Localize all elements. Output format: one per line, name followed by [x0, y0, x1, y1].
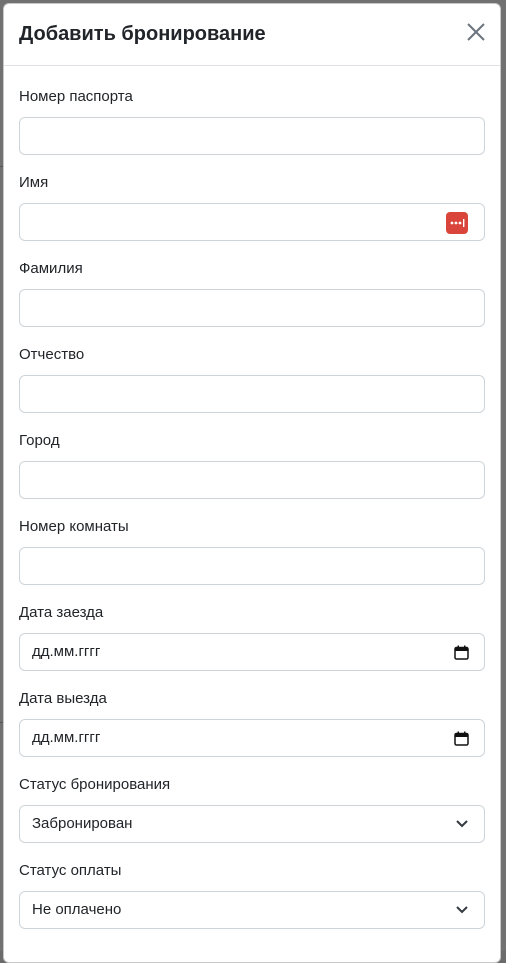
first-name-label: Имя [19, 174, 49, 191]
last-name-label: Фамилия [19, 260, 83, 277]
check-in-label: Дата заезда [19, 604, 104, 621]
add-booking-modal: Добавить бронирование Номер паспорта Имя [3, 3, 501, 963]
patronymic-label: Отчество [19, 346, 85, 363]
booking-status-select[interactable]: Забронирован [19, 805, 485, 843]
city-input[interactable] [19, 461, 485, 499]
passport-input[interactable] [19, 117, 485, 155]
city-label: Город [19, 432, 60, 449]
patronymic-input[interactable] [19, 375, 485, 413]
chevron-down-icon [456, 820, 468, 828]
check-in-field-group: Дата заезда дд.мм.гггг [19, 604, 485, 671]
first-name-field-group: Имя [19, 174, 485, 241]
last-name-field-group: Фамилия [19, 260, 485, 327]
city-field-group: Город [19, 432, 485, 499]
patronymic-field-group: Отчество [19, 346, 485, 413]
calendar-icon[interactable] [454, 645, 469, 660]
check-in-date-input[interactable]: дд.мм.гггг [19, 633, 485, 671]
close-button[interactable] [466, 22, 486, 42]
password-manager-icon[interactable] [446, 212, 468, 234]
passport-label: Номер паспорта [19, 88, 133, 105]
booking-status-label: Статус бронирования [19, 776, 171, 793]
check-out-label: Дата выезда [19, 690, 107, 707]
last-name-input[interactable] [19, 289, 485, 327]
passport-field-group: Номер паспорта [19, 88, 485, 155]
close-icon [467, 23, 485, 41]
booking-status-value: Забронирован [32, 815, 133, 832]
first-name-input[interactable] [19, 203, 485, 241]
payment-status-value: Не оплачено [32, 901, 122, 918]
room-number-label: Номер комнаты [19, 518, 129, 535]
chevron-down-icon [456, 906, 468, 914]
calendar-icon[interactable] [454, 731, 469, 746]
check-out-date-value: дд.мм.гггг [32, 729, 101, 746]
booking-status-field-group: Статус бронирования Забронирован [19, 776, 485, 843]
room-number-field-group: Номер комнаты [19, 518, 485, 585]
modal-header: Добавить бронирование [4, 4, 500, 66]
check-in-date-value: дд.мм.гггг [32, 643, 101, 660]
room-number-input[interactable] [19, 547, 485, 585]
payment-status-select[interactable]: Не оплачено [19, 891, 485, 929]
payment-status-field-group: Статус оплаты Не оплачено [19, 862, 485, 929]
modal-title: Добавить бронирование [19, 23, 266, 45]
check-out-date-input[interactable]: дд.мм.гггг [19, 719, 485, 757]
check-out-field-group: Дата выезда дд.мм.гггг [19, 690, 485, 757]
payment-status-label: Статус оплаты [19, 862, 122, 879]
